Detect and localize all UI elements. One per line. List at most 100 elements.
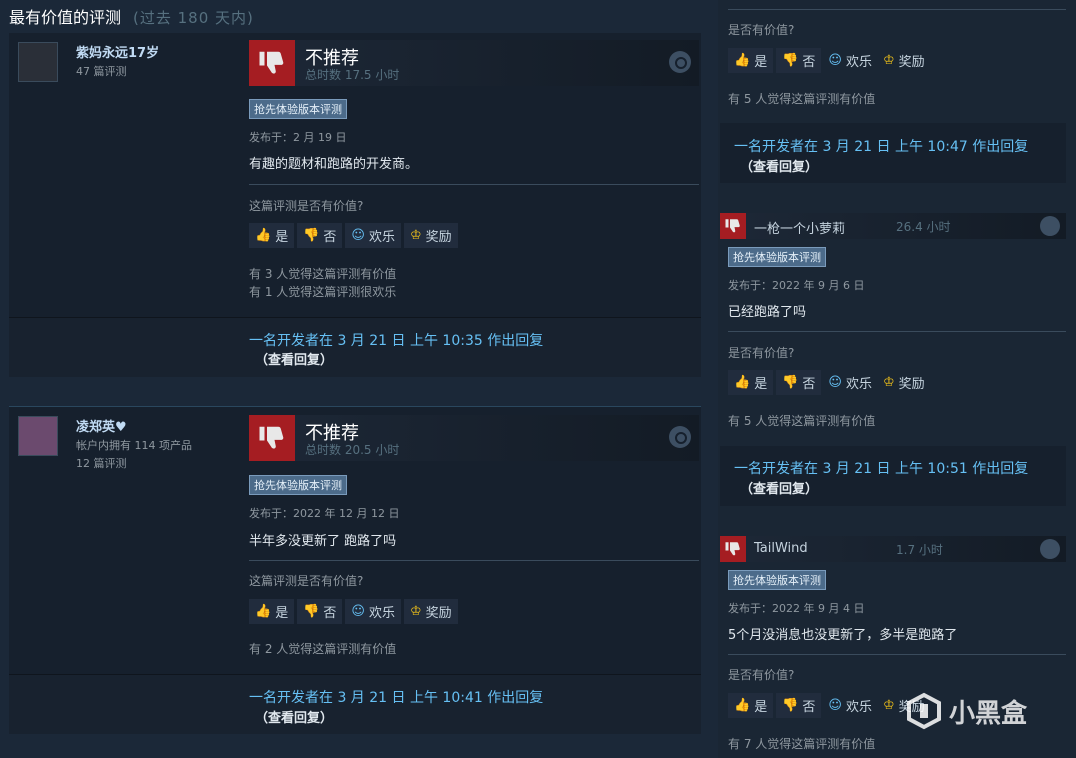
helpful-question: 是否有价值? bbox=[728, 668, 795, 682]
author-name[interactable]: 凌郑英♥ bbox=[76, 416, 127, 435]
vote-yes-button[interactable]: 👍 是 bbox=[728, 370, 774, 395]
review-text: 已经跑路了吗 bbox=[728, 305, 807, 320]
divider bbox=[249, 560, 699, 561]
thumbs-down-icon: 👎 bbox=[303, 604, 320, 619]
thumbs-down-icon bbox=[249, 415, 295, 461]
view-reply-link[interactable]: （查看回复） bbox=[740, 156, 818, 175]
award-icon: ♔ bbox=[882, 53, 895, 68]
view-reply-link[interactable]: （查看回复） bbox=[255, 707, 333, 726]
award-button[interactable]: ♔ 奖励 bbox=[879, 370, 929, 395]
vote-yes-button[interactable]: 👍 是 bbox=[728, 693, 774, 718]
helpful-question: 这篇评测是否有价值? bbox=[249, 199, 364, 213]
vote-no-button[interactable]: 👎 否 bbox=[776, 48, 822, 73]
steam-icon bbox=[669, 51, 691, 73]
review-header[interactable]: 一枪一个小萝莉 26.4 小时 bbox=[720, 213, 1066, 239]
review-text: 半年多没更新了 跑路了吗 bbox=[249, 534, 397, 549]
vote-funny-button[interactable]: ☺ 欢乐 bbox=[824, 48, 876, 73]
steam-icon bbox=[1040, 539, 1060, 559]
thumbs-down-icon: 👎 bbox=[782, 698, 799, 713]
view-reply-link[interactable]: （查看回复） bbox=[740, 478, 818, 497]
thumbs-down-icon: 👎 bbox=[782, 375, 799, 390]
early-access-tag: 抢先体验版本评测 bbox=[728, 247, 826, 267]
award-icon: ♔ bbox=[882, 698, 895, 713]
posted-date: 发布于：2022 年 9 月 4 日 bbox=[728, 602, 865, 615]
thumbs-down-icon bbox=[720, 213, 746, 239]
thumbs-up-icon: 👍 bbox=[734, 53, 751, 68]
smiley-icon: ☺ bbox=[828, 375, 842, 390]
divider bbox=[728, 9, 1066, 10]
watermark: 小黑盒 bbox=[905, 692, 1027, 730]
vote-yes-button[interactable]: 👍 是 bbox=[249, 599, 295, 624]
divider bbox=[728, 654, 1066, 655]
early-access-tag: 抢先体验版本评测 bbox=[728, 570, 826, 590]
vote-row: 👍 是 👎 否 ☺ 欢乐 ♔ 奖励 bbox=[249, 599, 458, 624]
author-name[interactable]: 紫妈永远17岁 bbox=[76, 42, 159, 61]
helpful-question: 这篇评测是否有价值? bbox=[249, 574, 364, 588]
vote-no-button[interactable]: 👎 否 bbox=[297, 599, 343, 624]
smiley-icon: ☺ bbox=[351, 228, 365, 243]
avatar[interactable] bbox=[18, 42, 58, 82]
helpful-count: 有 5 人觉得这篇评测有价值 bbox=[728, 414, 876, 428]
author-name[interactable]: TailWind bbox=[754, 541, 808, 556]
review-card: 紫妈永远17岁 47 篇评测 不推荐 总时数 17.5 小时 抢先体验版本评测 … bbox=[9, 33, 701, 318]
playtime: 26.4 小时 bbox=[896, 220, 951, 234]
thumbs-down-icon bbox=[720, 536, 746, 562]
vote-no-button[interactable]: 👎 否 bbox=[776, 370, 822, 395]
vote-row: 👍 是 👎 否 ☺ 欢乐 ♔ 奖励 bbox=[249, 223, 458, 248]
review-text: 有趣的题材和跑路的开发商。 bbox=[249, 157, 419, 172]
developer-reply-link[interactable]: 一名开发者在 3 月 21 日 上午 10:35 作出回复 bbox=[249, 330, 543, 350]
smiley-icon: ☺ bbox=[828, 698, 842, 713]
helpful-question: 是否有价值? bbox=[728, 346, 795, 360]
avatar[interactable] bbox=[18, 416, 58, 456]
thumbs-up-icon: 👍 bbox=[255, 228, 272, 243]
award-button[interactable]: ♔ 奖励 bbox=[403, 599, 458, 624]
steam-icon bbox=[669, 426, 691, 448]
early-access-tag: 抢先体验版本评测 bbox=[249, 99, 347, 119]
developer-reply-link[interactable]: 一名开发者在 3 月 21 日 上午 10:41 作出回复 bbox=[249, 687, 543, 707]
helpful-count: 有 2 人觉得这篇评测有价值 bbox=[249, 642, 397, 656]
author-review-count[interactable]: 12 篇评测 bbox=[76, 455, 127, 471]
vote-funny-button[interactable]: ☺ 欢乐 bbox=[824, 693, 876, 718]
section-subtitle: (过去 180 天内) bbox=[133, 9, 254, 27]
watermark-text: 小黑盒 bbox=[949, 698, 1028, 729]
helpful-count: 有 3 人觉得这篇评测有价值 bbox=[249, 267, 397, 281]
thumbs-up-icon: 👍 bbox=[255, 604, 272, 619]
award-icon: ♔ bbox=[882, 375, 895, 390]
developer-response: 一名开发者在 3 月 21 日 上午 10:51 作出回复 （查看回复） bbox=[720, 446, 1066, 506]
vote-no-button[interactable]: 👎 否 bbox=[297, 223, 343, 248]
review-text: 5个月没消息也没更新了，多半是跑路了 bbox=[728, 628, 958, 643]
author-products[interactable]: 帐户内拥有 114 项产品 bbox=[76, 437, 192, 453]
vote-yes-button[interactable]: 👍 是 bbox=[728, 48, 774, 73]
vote-funny-button[interactable]: ☺ 欢乐 bbox=[345, 223, 401, 248]
posted-date: 发布于：2022 年 9 月 6 日 bbox=[728, 279, 865, 292]
review-verdict[interactable]: 不推荐 总时数 20.5 小时 bbox=[249, 415, 699, 461]
section-title: 最有价值的评测 (过去 180 天内) bbox=[9, 8, 254, 27]
developer-response: 一名开发者在 3 月 21 日 上午 10:41 作出回复 （查看回复） bbox=[9, 674, 701, 734]
smiley-icon: ☺ bbox=[351, 604, 365, 619]
vote-row: 👍 是 👎 否 ☺ 欢乐 ♔ 奖励 bbox=[728, 48, 929, 73]
vote-funny-button[interactable]: ☺ 欢乐 bbox=[345, 599, 401, 624]
heybox-logo-icon bbox=[905, 692, 943, 730]
funny-count: 有 1 人觉得这篇评测很欢乐 bbox=[249, 285, 397, 299]
vote-row: 👍 是 👎 否 ☺ 欢乐 ♔ 奖励 bbox=[728, 370, 929, 395]
vote-no-button[interactable]: 👎 否 bbox=[776, 693, 822, 718]
divider bbox=[728, 331, 1066, 332]
developer-reply-link[interactable]: 一名开发者在 3 月 21 日 上午 10:47 作出回复 bbox=[734, 136, 1028, 156]
author-review-count[interactable]: 47 篇评测 bbox=[76, 63, 127, 79]
award-button[interactable]: ♔ 奖励 bbox=[879, 48, 929, 73]
developer-reply-link[interactable]: 一名开发者在 3 月 21 日 上午 10:51 作出回复 bbox=[734, 458, 1028, 478]
vote-yes-button[interactable]: 👍 是 bbox=[249, 223, 295, 248]
review-header[interactable]: TailWind 1.7 小时 bbox=[720, 536, 1066, 562]
thumbs-up-icon: 👍 bbox=[734, 375, 751, 390]
smiley-icon: ☺ bbox=[828, 53, 842, 68]
thumbs-down-icon bbox=[249, 40, 295, 86]
author-name[interactable]: 一枪一个小萝莉 bbox=[754, 218, 845, 237]
early-access-tag: 抢先体验版本评测 bbox=[249, 475, 347, 495]
view-reply-link[interactable]: （查看回复） bbox=[255, 349, 333, 368]
thumbs-down-icon: 👎 bbox=[782, 53, 799, 68]
review-verdict[interactable]: 不推荐 总时数 17.5 小时 bbox=[249, 40, 699, 86]
posted-date: 发布于：2022 年 12 月 12 日 bbox=[249, 507, 400, 520]
developer-response: 一名开发者在 3 月 21 日 上午 10:47 作出回复 （查看回复） bbox=[720, 123, 1066, 183]
vote-funny-button[interactable]: ☺ 欢乐 bbox=[824, 370, 876, 395]
award-button[interactable]: ♔ 奖励 bbox=[403, 223, 458, 248]
